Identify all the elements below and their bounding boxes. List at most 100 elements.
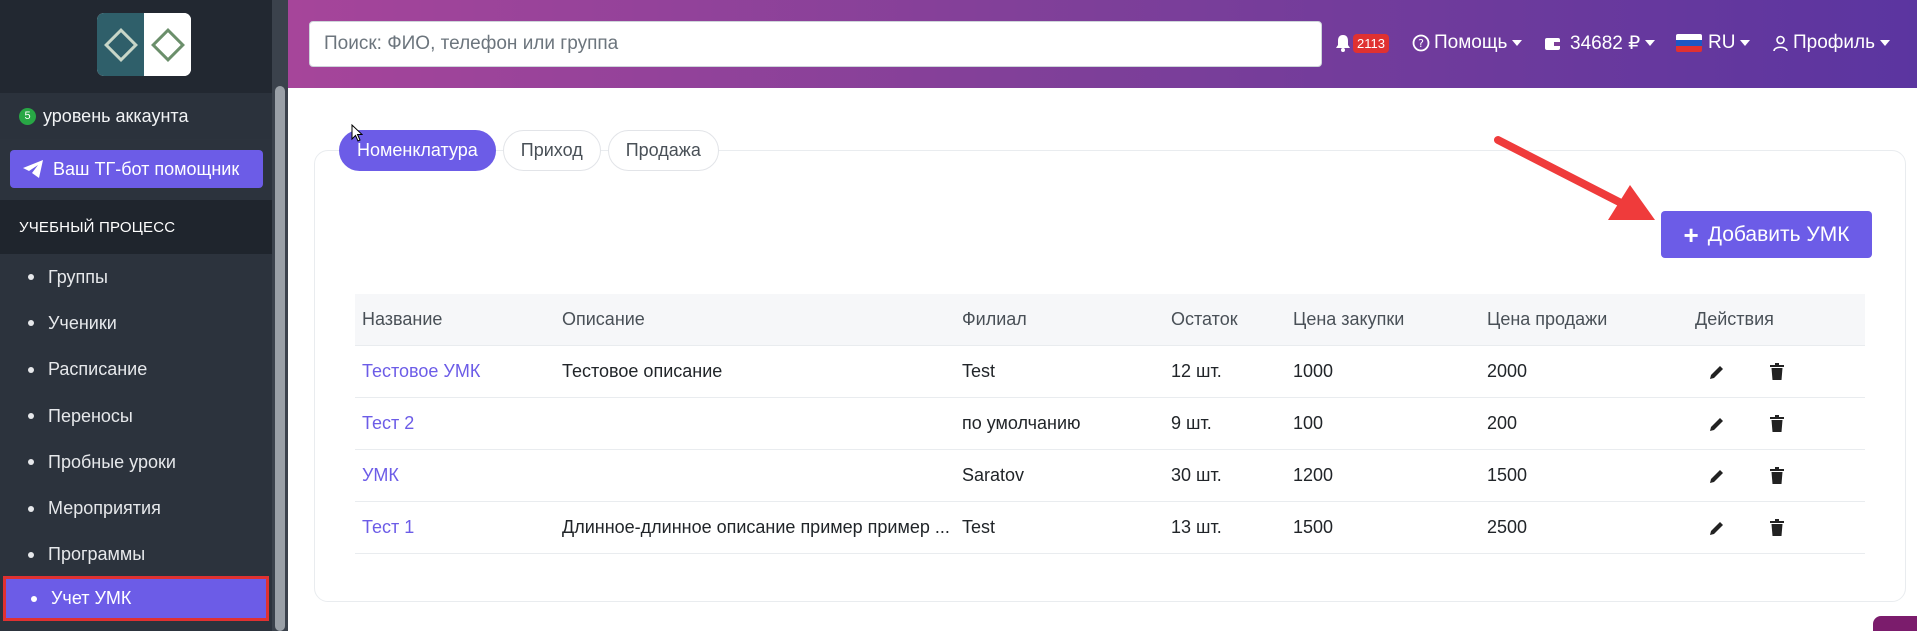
- sidebar-item-groups[interactable]: Группы: [0, 254, 272, 300]
- balance-menu[interactable]: 34682 ₽: [1544, 28, 1656, 58]
- sidebar-item-label: Ученики: [48, 312, 117, 333]
- item-branch: Test: [962, 517, 996, 537]
- item-stock: 13 шт.: [1171, 517, 1222, 537]
- bullet-icon: [28, 459, 34, 466]
- help-menu[interactable]: ? Помощь: [1412, 28, 1523, 58]
- col-sale-price: Цена продажи: [1487, 309, 1608, 329]
- col-branch: Филиал: [962, 309, 1027, 329]
- item-sale-price: 200: [1487, 413, 1518, 433]
- telegram-icon: [23, 160, 43, 178]
- sidebar: 5 уровень аккаунта Ваш ТГ-бот помощник У…: [0, 0, 288, 631]
- sidebar-item-programs[interactable]: Программы: [0, 532, 272, 578]
- wallet-icon: [1545, 37, 1560, 50]
- sidebar-nav: Группы Ученики Расписание Переносы Пробн…: [0, 254, 272, 621]
- table-row: УМК Saratov 30 шт. 1200 1500: [355, 450, 1865, 502]
- chevron-down-icon: [1512, 40, 1523, 46]
- item-name-link[interactable]: Тест 2: [355, 413, 555, 434]
- trash-icon[interactable]: [1766, 413, 1788, 435]
- item-stock: 30 шт.: [1171, 465, 1222, 485]
- table-row: Тест 1 Длинное-длинное описание пример п…: [355, 502, 1865, 554]
- row-actions: [1688, 465, 1865, 487]
- notifications-button[interactable]: 2113: [1335, 28, 1389, 58]
- top-header: 2113 ? Помощь 34682 ₽ RU Профиль: [288, 0, 1917, 88]
- plus-icon: +: [1683, 219, 1699, 250]
- table-header: Название Описание Филиал Остаток Цена за…: [355, 294, 1865, 346]
- sidebar-section-title: УЧЕБНЫЙ ПРОЦЕСС: [0, 200, 272, 254]
- sidebar-scroll-thumb[interactable]: [275, 86, 285, 631]
- user-icon: [1773, 35, 1788, 51]
- item-purchase-price: 1200: [1293, 465, 1334, 485]
- trash-icon[interactable]: [1766, 517, 1788, 539]
- annotation-arrow-icon: [1494, 136, 1655, 220]
- item-branch: Test: [962, 361, 996, 381]
- sidebar-item-umk-accounting[interactable]: Учет УМК: [3, 576, 269, 621]
- sidebar-item-students[interactable]: Ученики: [0, 300, 272, 346]
- sidebar-item-label: Расписание: [48, 359, 148, 380]
- pencil-icon[interactable]: [1706, 465, 1728, 487]
- sidebar-item-trial-lessons[interactable]: Пробные уроки: [0, 439, 272, 485]
- bullet-icon: [28, 366, 34, 373]
- balance-value: 34682 ₽: [1570, 32, 1641, 54]
- row-actions: [1688, 517, 1865, 539]
- company-logo[interactable]: [97, 13, 191, 76]
- profile-menu[interactable]: Профиль: [1773, 28, 1891, 58]
- notification-count: 2113: [1353, 33, 1389, 53]
- search-input[interactable]: [309, 21, 1322, 67]
- pencil-icon[interactable]: [1706, 517, 1728, 539]
- pencil-icon[interactable]: [1706, 361, 1728, 383]
- russia-flag-icon: [1676, 34, 1702, 52]
- umk-table: Название Описание Филиал Остаток Цена за…: [355, 294, 1865, 554]
- tg-bot-label: Ваш ТГ-бот помощник: [53, 158, 240, 179]
- sidebar-item-schedule[interactable]: Расписание: [0, 347, 272, 393]
- chevron-down-icon: [1740, 40, 1751, 46]
- pencil-icon[interactable]: [1706, 413, 1728, 435]
- bullet-icon: [28, 413, 34, 420]
- bullet-icon: [31, 595, 37, 602]
- col-name: Название: [362, 309, 443, 329]
- language-menu[interactable]: RU: [1676, 28, 1751, 58]
- sidebar-item-events[interactable]: Мероприятия: [0, 485, 272, 531]
- item-branch: по умолчанию: [962, 413, 1081, 433]
- level-text: уровень аккаунта: [43, 105, 189, 126]
- tab-incoming[interactable]: Приход: [502, 130, 601, 171]
- trash-icon[interactable]: [1766, 465, 1788, 487]
- sidebar-item-label: Пробные уроки: [48, 451, 176, 472]
- item-description: Длинное-длинное описание пример пример .…: [562, 517, 950, 537]
- logo-emblem-dark: [97, 13, 144, 76]
- item-description: Тестовое описание: [562, 361, 723, 381]
- item-sale-price: 1500: [1487, 465, 1528, 485]
- chevron-down-icon: [1880, 40, 1891, 46]
- question-circle-icon: ?: [1412, 34, 1430, 52]
- chat-widget-tab[interactable]: [1873, 616, 1917, 631]
- item-name-link[interactable]: УМК: [355, 465, 555, 486]
- item-stock: 12 шт.: [1171, 361, 1222, 381]
- table-row: Тест 2 по умолчанию 9 шт. 100 200: [355, 398, 1865, 450]
- item-sale-price: 2500: [1487, 517, 1528, 537]
- col-purchase-price: Цена закупки: [1293, 309, 1405, 329]
- item-stock: 9 шт.: [1171, 413, 1212, 433]
- col-description: Описание: [562, 309, 645, 329]
- tab-bar: Номенклатура Приход Продажа: [339, 130, 719, 171]
- bullet-icon: [28, 505, 34, 512]
- account-level[interactable]: 5 уровень аккаунта: [0, 93, 272, 139]
- chevron-down-icon: [1645, 40, 1656, 46]
- row-actions: [1688, 413, 1865, 435]
- tg-bot-button[interactable]: Ваш ТГ-бот помощник: [10, 150, 263, 188]
- sidebar-item-label: Группы: [48, 266, 108, 287]
- sidebar-item-label: Учет УМК: [51, 588, 132, 608]
- item-sale-price: 2000: [1487, 361, 1528, 381]
- sidebar-item-label: Переносы: [48, 405, 133, 426]
- sidebar-item-label: Программы: [48, 544, 146, 565]
- trash-icon[interactable]: [1766, 361, 1788, 383]
- col-stock: Остаток: [1171, 309, 1238, 329]
- row-actions: [1688, 361, 1865, 383]
- item-name-link[interactable]: Тест 1: [355, 517, 555, 538]
- item-name-link[interactable]: Тестовое УМК: [355, 361, 555, 382]
- table-row: Тестовое УМК Тестовое описание Test 12 ш…: [355, 346, 1865, 398]
- tab-sales[interactable]: Продажа: [607, 130, 719, 171]
- sidebar-item-transfers[interactable]: Переносы: [0, 393, 272, 439]
- item-purchase-price: 1000: [1293, 361, 1334, 381]
- level-badge: 5: [19, 107, 36, 125]
- add-umk-button[interactable]: + Добавить УМК: [1661, 211, 1872, 258]
- profile-label: Профиль: [1793, 32, 1876, 53]
